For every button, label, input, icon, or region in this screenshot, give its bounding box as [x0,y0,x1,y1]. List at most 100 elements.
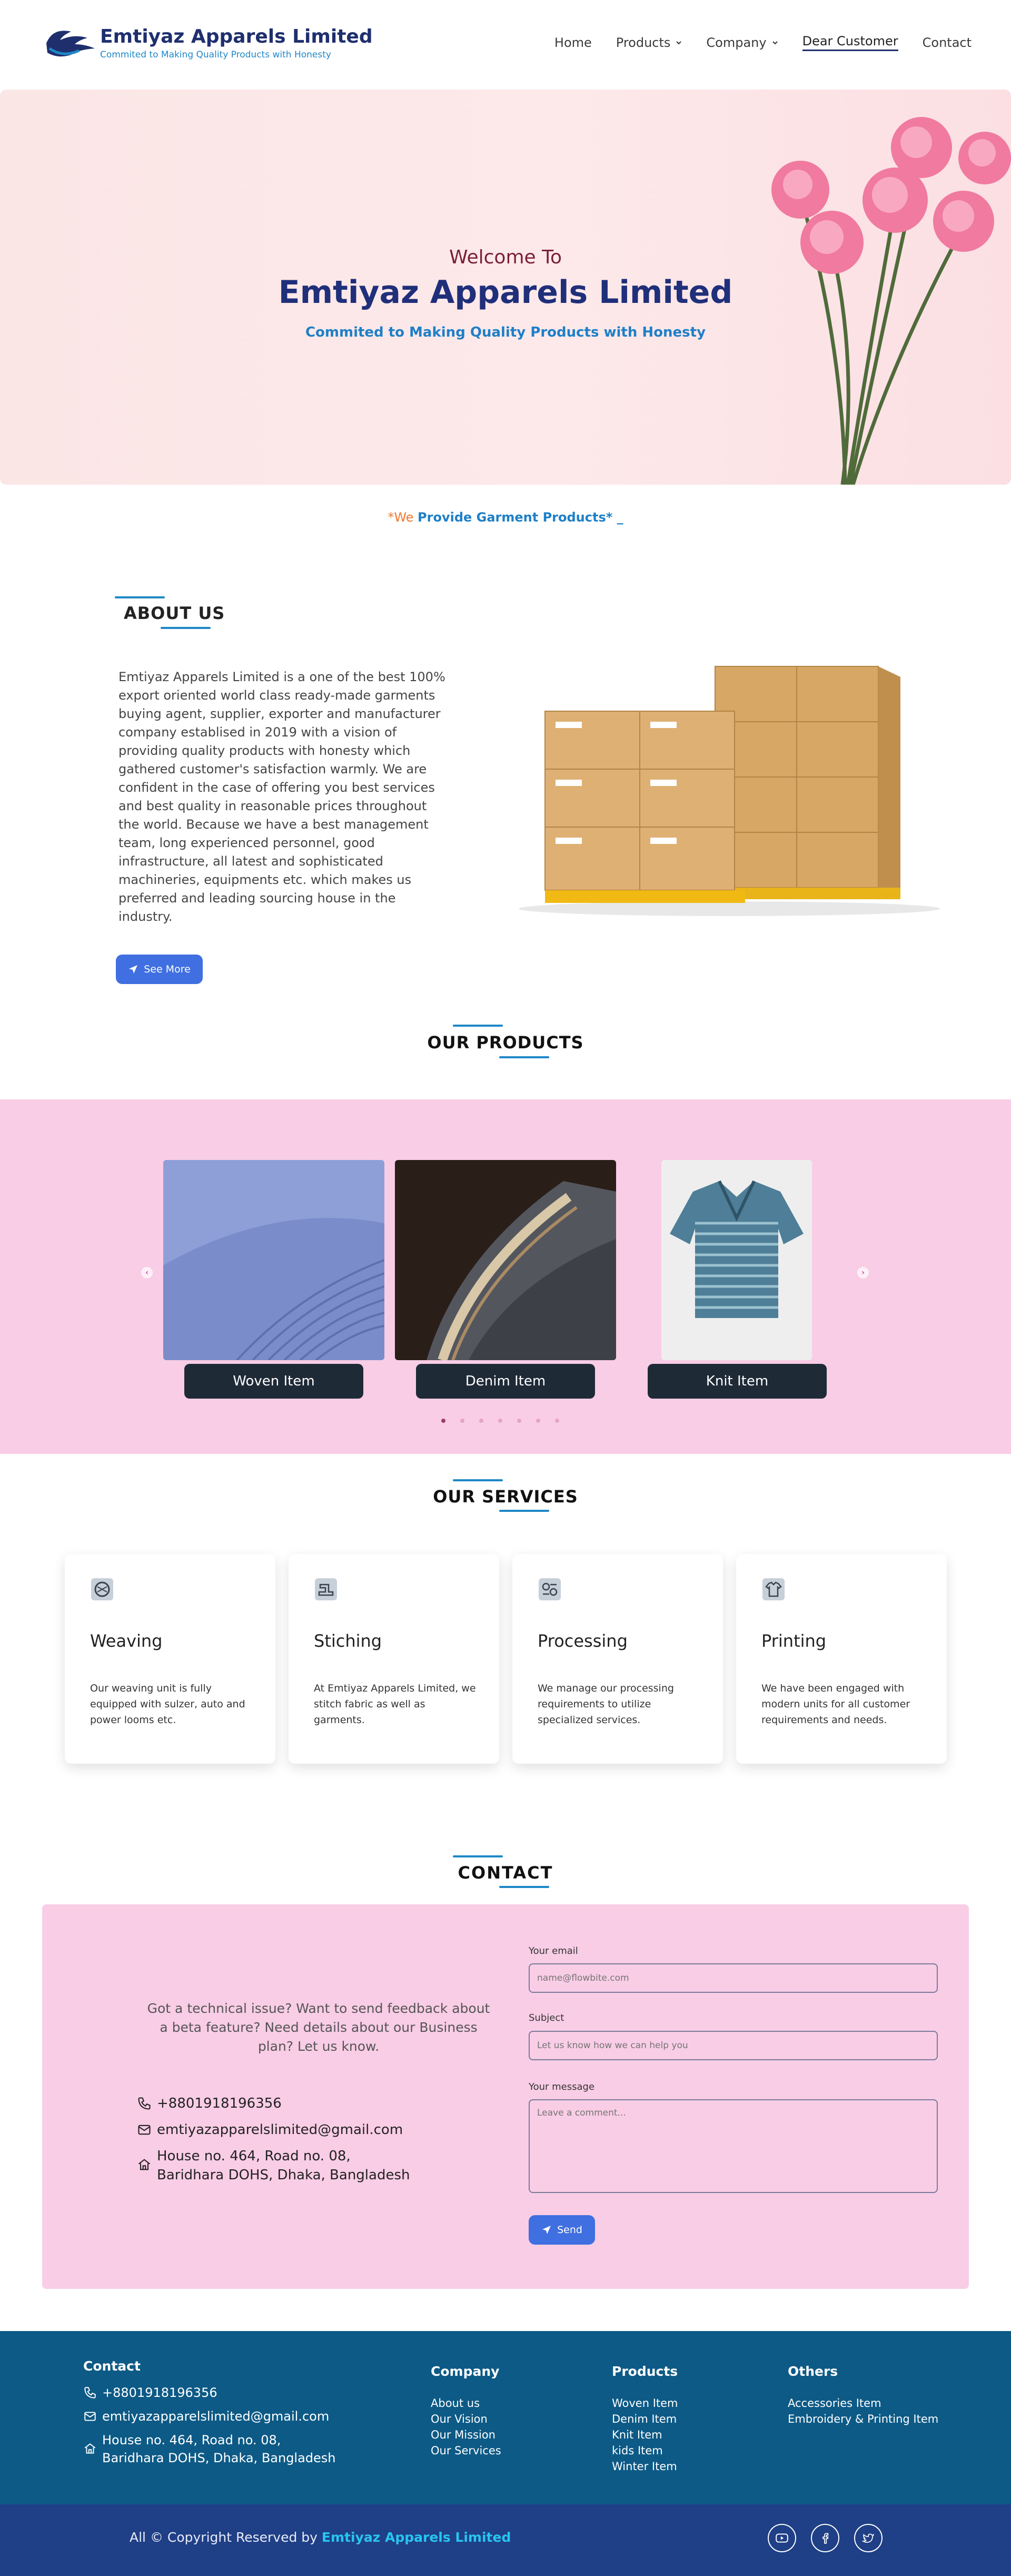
denim-fabric-picture [395,1160,616,1360]
facebook-button[interactable] [811,2524,839,2552]
send-icon [129,965,138,974]
footer-contact-title: Contact [83,2358,141,2374]
hero-subtitle: Commited to Making Quality Products with… [305,325,706,340]
about-text: Emtiyaz Apparels Limited is a one of the… [118,670,445,924]
hero-title: Emtiyaz Apparels Limited [278,274,733,311]
knit-item-button[interactable]: Knit Item [648,1364,827,1399]
send-button[interactable]: Send [529,2215,595,2245]
main-menu: Home Products Company Dear Customer Cont… [554,34,972,51]
cargo-boxes-on-pallets-image [519,666,940,916]
woven-item-image[interactable] [163,1160,384,1360]
carousel-dot[interactable] [479,1419,483,1423]
copyright-brand[interactable]: Emtiyaz Apparels Limited [322,2530,511,2545]
phone-icon [138,2097,151,2110]
woven-item-label: Woven Item [233,1373,315,1389]
twitter-icon [861,2533,875,2543]
contact-phone[interactable]: +8801918196356 [137,2094,282,2113]
woven-item-button[interactable]: Woven Item [184,1364,363,1399]
footer-link-knit-item[interactable]: Knit Item [612,2428,662,2441]
footer-others-title: Others [788,2364,838,2379]
nav-products-label: Products [616,35,671,50]
youtube-button[interactable] [768,2524,796,2552]
carousel-dot[interactable] [536,1419,540,1423]
knit-item-image[interactable] [661,1160,812,1360]
footer-link-our-services[interactable]: Our Services [431,2444,501,2457]
service-title: Weaving [90,1631,163,1651]
carousel-dot[interactable] [460,1419,464,1423]
carousel-dot[interactable] [517,1419,521,1423]
nav-company[interactable]: Company [706,34,778,51]
footer-link-kids-item[interactable]: kids Item [612,2444,663,2457]
message-label: Your message [529,2081,595,2092]
services-heading: OUR SERVICES [433,1487,578,1507]
footer-address-line1: House no. 464, Road no. 08, [102,2433,281,2447]
contact-address: House no. 464, Road no. 08, Baridhara DO… [137,2147,410,2185]
about-heading-bar [115,596,165,598]
typing-tagline: *We Provide Garment Products* _ [0,510,1011,525]
youtube-icon [776,2533,788,2543]
nav-products[interactable]: Products [616,34,682,51]
footer-link-winter-item[interactable]: Winter Item [612,2460,677,2473]
contact-heading-underline [499,1886,549,1888]
denim-item-button[interactable]: Denim Item [416,1364,595,1399]
chevron-down-icon [676,41,682,44]
footer-link-accessories-item[interactable]: Accessories Item [788,2397,881,2410]
carousel-prev-button[interactable]: ‹ [141,1267,153,1279]
hero-banner: Welcome To Emtiyaz Apparels Limited Comm… [0,90,1011,485]
contact-heading-bar [453,1855,503,1857]
carousel-dot[interactable] [441,1419,445,1423]
navbar: Emtiyaz Apparels Limited Commited to Mak… [0,0,1011,90]
email-label: Your email [529,1945,578,1956]
footer-link-about-us[interactable]: About us [431,2397,480,2410]
contact-email-text: emtiyazapparelslimited@gmail.com [157,2122,403,2138]
footer-company-title: Company [431,2364,500,2379]
footer-phone[interactable]: +8801918196356 [83,2384,217,2402]
footer-link-our-mission[interactable]: Our Mission [431,2428,495,2441]
footer-email[interactable]: emtiyazapparelslimited@gmail.com [83,2407,329,2425]
tshirt-print-icon [762,1578,785,1600]
products-heading-bar [453,1025,503,1027]
footer-link-our-vision[interactable]: Our Vision [431,2413,488,2425]
nav-contact[interactable]: Contact [923,34,972,51]
footer-link-denim-item[interactable]: Denim Item [612,2413,677,2425]
service-title: Stiching [314,1631,382,1651]
carousel-dot[interactable] [498,1419,502,1423]
carousel-dot[interactable] [555,1419,559,1423]
brand-name: Emtiyaz Apparels Limited [100,26,373,48]
message-field[interactable] [529,2099,938,2193]
tagline-cursor: _ [612,510,623,525]
products-heading: OUR PRODUCTS [427,1033,584,1053]
service-title: Printing [761,1631,827,1651]
see-more-button[interactable]: See More [116,955,203,984]
carousel-next-button[interactable]: › [857,1267,869,1279]
service-card-processing: Processing We manage our processing requ… [512,1554,723,1764]
contact-email[interactable]: emtiyazapparelslimited@gmail.com [137,2120,403,2139]
phone-icon [84,2387,96,2398]
subject-label: Subject [529,2012,564,2023]
footer-products-title: Products [612,2364,678,2379]
service-card-weaving: Weaving Our weaving unit is fully equipp… [65,1554,275,1764]
contact-heading: CONTACT [458,1863,553,1883]
nav-dear-customer-label: Dear Customer [802,34,898,48]
footer-link-embroidery-printing-item[interactable]: Embroidery & Printing Item [788,2413,938,2425]
footer-address: House no. 464, Road no. 08, Baridhara DO… [83,2431,336,2467]
footer-link-woven-item[interactable]: Woven Item [612,2397,678,2410]
contact-panel: Got a technical issue? Want to send feed… [42,1904,969,2289]
brand-logo[interactable]: Emtiyaz Apparels Limited Commited to Mak… [42,22,373,64]
envelope-icon [138,2125,151,2135]
carousel-dots [441,1419,559,1423]
footer-email-text: emtiyazapparelslimited@gmail.com [102,2409,330,2424]
home-icon [138,2159,151,2170]
email-field[interactable] [529,1963,938,1993]
copyright-bar: All © Copyright Reserved by Emtiyaz Appa… [0,2504,1011,2576]
knit-item-label: Knit Item [706,1373,769,1389]
envelope-icon [84,2412,96,2421]
subject-field[interactable] [529,2031,938,2060]
nav-home[interactable]: Home [554,34,592,51]
nav-dear-customer[interactable]: Dear Customer [802,34,898,51]
service-card-printing: Printing We have been engaged with moder… [736,1554,947,1764]
denim-item-image[interactable] [395,1160,616,1360]
twitter-button[interactable] [854,2524,883,2552]
copyright-prefix: All © Copyright Reserved by [130,2530,322,2545]
copyright-text: All © Copyright Reserved by Emtiyaz Appa… [130,2530,511,2545]
